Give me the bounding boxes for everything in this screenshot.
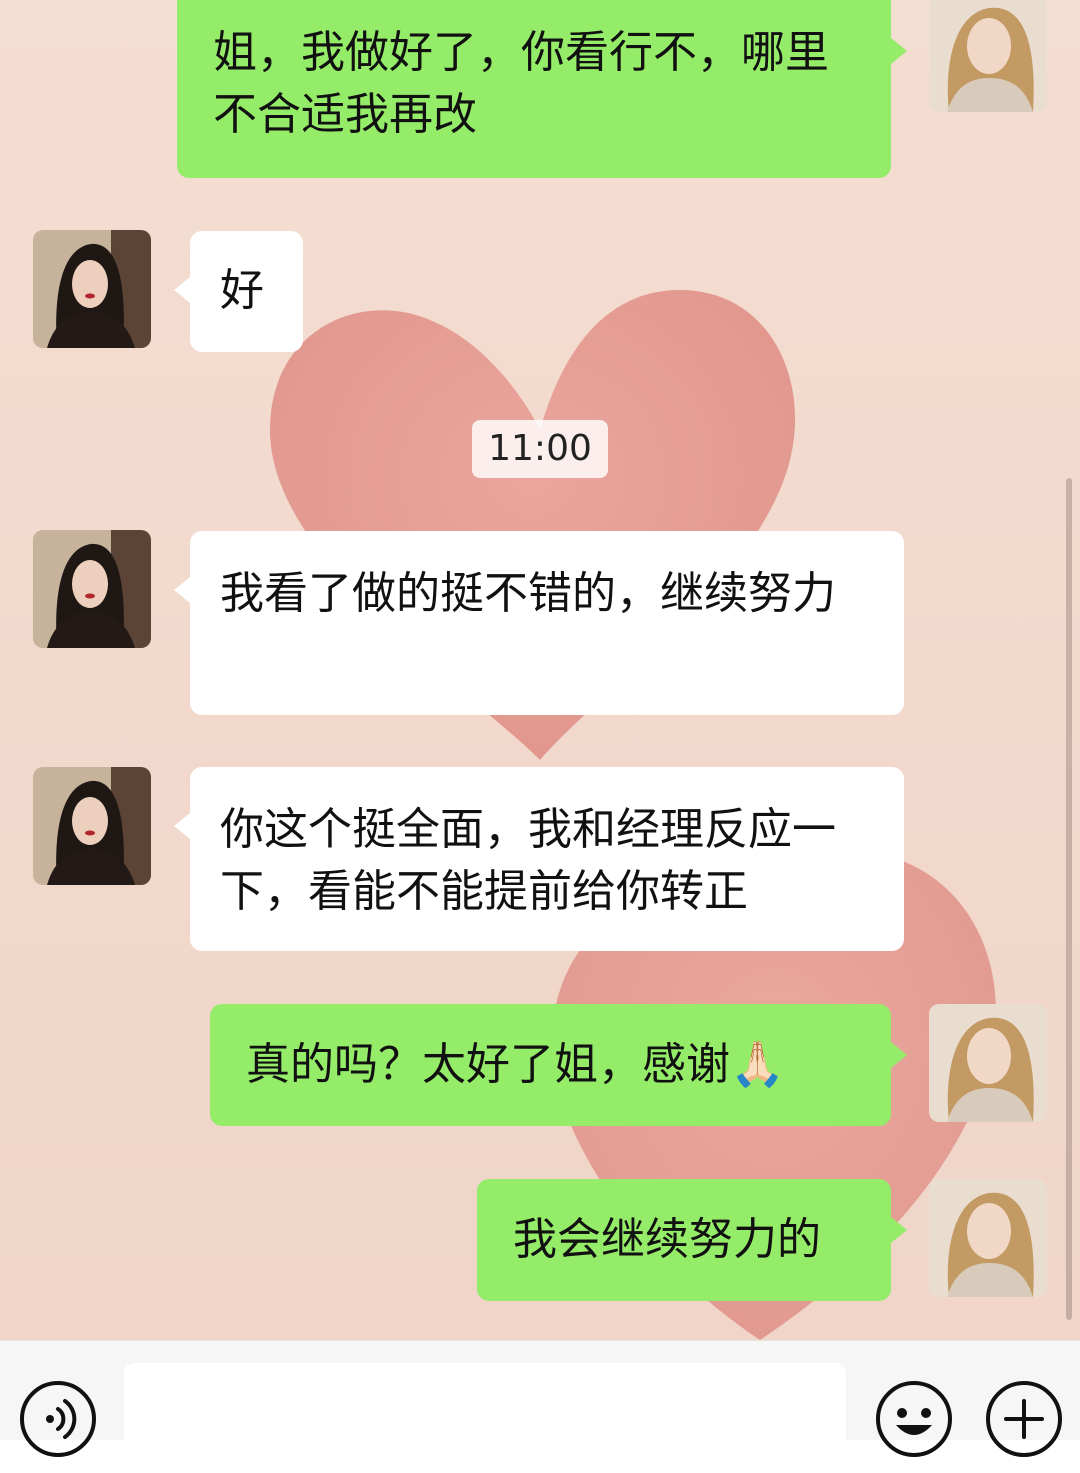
- plus-icon[interactable]: [984, 1379, 1064, 1459]
- message-bubble-received[interactable]: 好: [174, 231, 303, 352]
- message-bubble-sent[interactable]: 真的吗？太好了姐，感谢🙏🏻: [210, 1004, 907, 1126]
- message-text: 真的吗？太好了姐，感谢: [246, 1039, 730, 1090]
- timestamp: 11:00: [472, 420, 608, 478]
- scrollbar[interactable]: [1066, 478, 1072, 1320]
- input-bar: [0, 1340, 1080, 1473]
- message-bubble-sent[interactable]: 我会继续努力的: [477, 1179, 907, 1301]
- contact-avatar[interactable]: [33, 530, 151, 648]
- message-text: 姐，我做好了，你看行不，哪里不合适我再改: [213, 27, 829, 140]
- voice-icon[interactable]: [18, 1379, 98, 1459]
- chat-background: 姐，我做好了，你看行不，哪里不合适我再改 好 11:00 我看了做的挺不错的，继…: [0, 0, 1080, 1340]
- sender-avatar[interactable]: [929, 1004, 1047, 1122]
- message-text: 我会继续努力的: [513, 1214, 821, 1265]
- contact-avatar[interactable]: [33, 230, 151, 348]
- message-text: 你这个挺全面，我和经理反应一下，看能不能提前给你转正: [220, 804, 836, 917]
- message-bubble-received[interactable]: 你这个挺全面，我和经理反应一下，看能不能提前给你转正: [174, 767, 904, 951]
- message-input[interactable]: [124, 1363, 846, 1473]
- message-bubble-received[interactable]: 我看了做的挺不错的，继续努力: [174, 531, 904, 715]
- pray-emoji: 🙏🏻: [730, 1039, 785, 1090]
- sender-avatar[interactable]: [929, 0, 1047, 112]
- emoji-icon[interactable]: [874, 1379, 954, 1459]
- message-text: 我看了做的挺不错的，继续努力: [220, 568, 836, 619]
- sender-avatar[interactable]: [929, 1179, 1047, 1297]
- message-bubble-sent[interactable]: 姐，我做好了，你看行不，哪里不合适我再改: [177, 0, 907, 178]
- message-text: 好: [220, 265, 264, 316]
- contact-avatar[interactable]: [33, 767, 151, 885]
